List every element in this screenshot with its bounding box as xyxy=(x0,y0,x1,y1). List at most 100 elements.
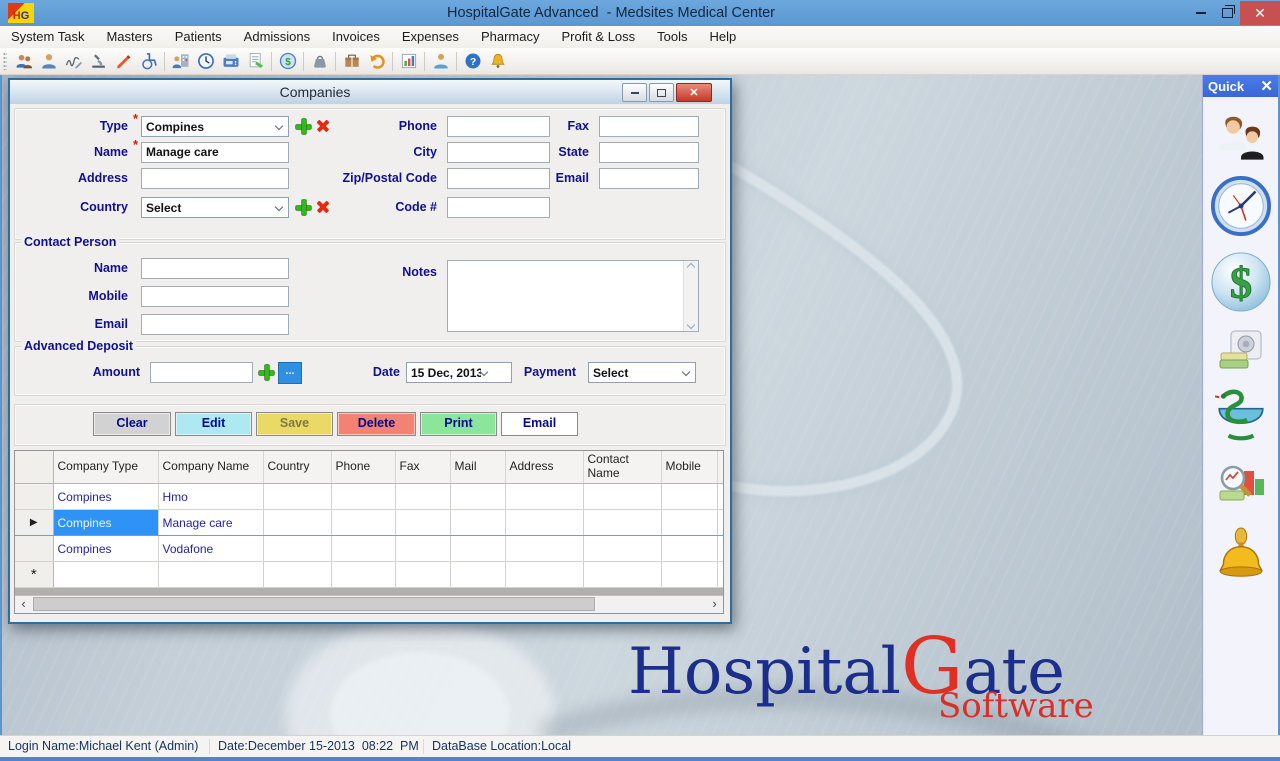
current-row-marker[interactable]: ▶ xyxy=(15,510,53,536)
grid-cell[interactable] xyxy=(661,510,717,536)
toolbar-package-icon[interactable] xyxy=(339,49,364,73)
grid-cell[interactable]: Vodafone xyxy=(158,536,263,562)
grid-cell[interactable] xyxy=(661,536,717,562)
grid-cell[interactable] xyxy=(450,536,505,562)
print-button[interactable]: Print xyxy=(420,412,497,436)
grid-cell[interactable] xyxy=(661,484,717,510)
code-input[interactable] xyxy=(447,197,550,218)
scroll-right-icon[interactable]: › xyxy=(706,596,723,612)
toolbar-report-icon[interactable] xyxy=(396,49,421,73)
toolbar-staff-icon[interactable] xyxy=(428,49,453,73)
contact-mobile-input[interactable] xyxy=(141,286,289,307)
menu-item-patients[interactable]: Patients xyxy=(164,26,233,48)
fax-input[interactable] xyxy=(599,116,699,137)
quick-billing-icon[interactable]: $ xyxy=(1203,251,1278,313)
quick-close-icon[interactable]: ✕ xyxy=(1260,79,1273,94)
row-selector[interactable] xyxy=(15,484,53,510)
menu-item-system-task[interactable]: System Task xyxy=(0,26,95,48)
quick-pharmacy-icon[interactable] xyxy=(1203,387,1278,447)
scroll-up-icon[interactable] xyxy=(687,263,695,271)
grid-cell[interactable] xyxy=(583,562,661,588)
grid-cell[interactable] xyxy=(395,536,450,562)
column-header[interactable]: Fax xyxy=(395,451,450,484)
grid-cell[interactable] xyxy=(717,562,723,588)
grid-cell[interactable] xyxy=(583,484,661,510)
restore-button[interactable] xyxy=(1214,1,1240,25)
quick-clock-icon[interactable] xyxy=(1203,175,1278,237)
toolbar-clock-icon[interactable] xyxy=(193,49,218,73)
menu-item-profit-loss[interactable]: Profit & Loss xyxy=(550,26,646,48)
menu-item-admissions[interactable]: Admissions xyxy=(233,26,321,48)
address-input[interactable] xyxy=(141,168,289,189)
menu-item-expenses[interactable]: Expenses xyxy=(391,26,470,48)
new-row-marker[interactable]: * xyxy=(15,562,53,588)
toolbar-cleanup-bell-icon[interactable] xyxy=(485,49,510,73)
grid-cell[interactable] xyxy=(450,484,505,510)
add-country-icon[interactable] xyxy=(296,200,311,215)
scroll-left-icon[interactable]: ‹ xyxy=(15,596,32,612)
minimize-button[interactable] xyxy=(1188,1,1214,25)
grid-cell[interactable]: Compines xyxy=(53,484,158,510)
grid-cell[interactable] xyxy=(661,562,717,588)
quick-patients-icon[interactable] xyxy=(1203,111,1278,161)
quick-reports-icon[interactable] xyxy=(1203,461,1278,513)
column-header[interactable]: Company Name xyxy=(158,451,263,484)
toolbar-wheelchair-icon[interactable] xyxy=(136,49,161,73)
column-header[interactable]: Country xyxy=(263,451,331,484)
save-button[interactable]: Save xyxy=(256,412,333,436)
grid-cell[interactable] xyxy=(158,562,263,588)
toolbar-patient-icon[interactable] xyxy=(36,49,61,73)
grid-cell[interactable] xyxy=(450,562,505,588)
toolbar-help-icon[interactable]: ? xyxy=(460,49,485,73)
country-dropdown[interactable]: Select xyxy=(141,197,289,218)
grid-cell[interactable]: Manage care xyxy=(158,510,263,536)
delete-button[interactable]: Delete xyxy=(337,412,416,436)
grid-cell[interactable] xyxy=(505,536,583,562)
close-button[interactable]: ✕ xyxy=(1240,1,1280,25)
menu-item-help[interactable]: Help xyxy=(699,26,748,48)
toolbar-admission-icon[interactable] xyxy=(168,49,193,73)
grid-cell[interactable] xyxy=(717,536,723,562)
toolbar-signature-icon[interactable] xyxy=(61,49,86,73)
toolbar-billing-icon[interactable] xyxy=(243,49,268,73)
grid-cell[interactable] xyxy=(263,510,331,536)
toolbar-microscope-icon[interactable] xyxy=(86,49,111,73)
scrollbar-thumb[interactable] xyxy=(33,597,595,611)
column-header[interactable]: Company Type xyxy=(53,451,158,484)
toolbar-prescription-icon[interactable] xyxy=(111,49,136,73)
grid-cell-selected[interactable]: Compines xyxy=(53,510,158,536)
state-input[interactable] xyxy=(599,142,699,163)
quick-deposit-icon[interactable] xyxy=(1203,327,1278,373)
grid-new-row[interactable]: * xyxy=(15,562,723,588)
grid-cell[interactable] xyxy=(331,484,395,510)
grid-cell[interactable] xyxy=(450,510,505,536)
grid-cell[interactable] xyxy=(395,510,450,536)
grid-cell[interactable] xyxy=(717,484,723,510)
grid-cell[interactable]: Compines xyxy=(53,536,158,562)
grid-cell[interactable] xyxy=(263,562,331,588)
column-header[interactable]: Contact Name xyxy=(583,451,661,484)
date-dropdown[interactable]: 15 Dec, 2013 xyxy=(406,362,512,383)
browse-button[interactable]: ... xyxy=(278,362,302,384)
grid-cell[interactable] xyxy=(505,510,583,536)
add-type-icon[interactable] xyxy=(296,119,311,134)
grid-cell[interactable] xyxy=(583,536,661,562)
grid-row[interactable]: Compines Vodafone xyxy=(15,536,723,562)
horizontal-scrollbar[interactable]: ‹ › xyxy=(15,595,723,613)
row-selector[interactable] xyxy=(15,536,53,562)
notes-scrollbar[interactable] xyxy=(683,261,698,331)
column-header[interactable]: Mail xyxy=(450,451,505,484)
grid-cell[interactable] xyxy=(263,484,331,510)
dialog-minimize-button[interactable] xyxy=(622,83,647,102)
name-input[interactable]: Manage care xyxy=(141,142,289,163)
grid-cell[interactable] xyxy=(583,510,661,536)
clear-button[interactable]: Clear xyxy=(93,412,171,436)
menu-item-invoices[interactable]: Invoices xyxy=(321,26,391,48)
grid-row-current[interactable]: ▶ Compines Manage care xyxy=(15,510,723,536)
grid-cell[interactable]: Hmo xyxy=(158,484,263,510)
menu-item-masters[interactable]: Masters xyxy=(95,26,163,48)
dialog-maximize-button[interactable] xyxy=(649,83,674,102)
notes-textarea[interactable] xyxy=(447,260,699,332)
menu-item-pharmacy[interactable]: Pharmacy xyxy=(470,26,551,48)
quick-reminder-bell-icon[interactable] xyxy=(1203,527,1278,585)
